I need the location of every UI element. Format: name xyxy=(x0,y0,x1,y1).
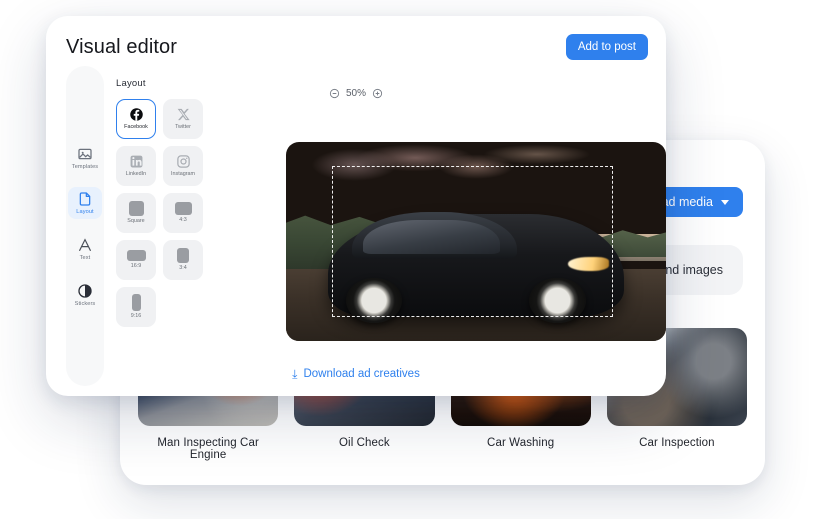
ratio-9-16-icon xyxy=(131,294,141,312)
download-label: Download ad creatives xyxy=(303,368,420,380)
image-icon xyxy=(77,146,93,162)
editor-canvas[interactable] xyxy=(286,142,666,341)
thumbnail-caption: Oil Check xyxy=(339,437,390,449)
screenshot-stage: Upload media Background images Man Inspe… xyxy=(0,0,822,519)
layout-option-label: 3:4 xyxy=(179,265,187,272)
add-to-post-label: Add to post xyxy=(577,41,636,53)
layout-option-label: 4:3 xyxy=(179,217,187,224)
thumbnail-caption: Car Inspection xyxy=(639,437,715,449)
layout-option-label: Square xyxy=(127,218,145,225)
layout-option-3-4[interactable]: 3:4 xyxy=(163,240,203,280)
sidebar-item-label: Templates xyxy=(71,163,99,170)
zoom-level-label: 50% xyxy=(345,88,366,99)
layout-panel: Layout Facebook Twitter LinkedIn Instagr… xyxy=(116,78,236,327)
layout-option-label: Instagram xyxy=(171,171,195,178)
layout-option-label: Twitter xyxy=(175,124,191,131)
linkedin-icon xyxy=(129,154,144,169)
sidebar-item-label: Text xyxy=(79,255,91,261)
layout-option-grid: Facebook Twitter LinkedIn Instagram Squa… xyxy=(116,99,236,327)
layout-option-facebook[interactable]: Facebook xyxy=(116,99,156,139)
layout-panel-title: Layout xyxy=(116,78,146,89)
sidebar-item-templates[interactable]: Templates xyxy=(68,142,102,174)
layout-option-label: Facebook xyxy=(124,124,148,131)
thumbnail-caption: Man Inspecting Car Engine xyxy=(157,437,259,461)
plus-circle-icon[interactable] xyxy=(372,88,383,99)
download-arrow-icon: ⤓ xyxy=(292,367,298,381)
layout-option-instagram[interactable]: Instagram xyxy=(163,146,203,186)
contrast-circle-icon xyxy=(77,283,93,299)
visual-editor-modal: Visual editor Add to post Templates Layo… xyxy=(46,16,666,396)
page-title: Visual editor xyxy=(66,35,177,58)
instagram-icon xyxy=(176,154,191,169)
thumbnail-caption: Car Washing xyxy=(487,437,555,449)
ratio-3-4-icon xyxy=(177,248,189,264)
add-to-post-button[interactable]: Add to post xyxy=(565,34,648,60)
file-layout-icon xyxy=(77,191,93,207)
twitter-x-icon xyxy=(176,107,191,122)
layout-option-9-16[interactable]: 9:16 xyxy=(116,287,156,327)
layout-option-16-9[interactable]: 16:9 xyxy=(116,240,156,280)
sidebar-item-layout[interactable]: Layout xyxy=(68,187,102,219)
layout-option-label: 16:9 xyxy=(130,263,142,270)
layout-option-linkedin[interactable]: LinkedIn xyxy=(116,146,156,186)
ratio-16-9-icon xyxy=(126,250,146,262)
modal-header: Visual editor Add to post xyxy=(46,16,666,78)
download-ad-creatives-link[interactable]: ⤓ Download ad creatives xyxy=(46,368,666,380)
sidebar-item-stickers[interactable]: Stickers xyxy=(68,279,102,311)
ratio-square-icon xyxy=(128,201,144,217)
tool-rail: Templates Layout Text Stickers xyxy=(66,66,104,386)
minus-circle-icon[interactable] xyxy=(329,88,340,99)
chevron-down-icon xyxy=(721,199,729,205)
sidebar-item-text[interactable]: Text xyxy=(68,233,102,265)
crop-selection-rectangle[interactable] xyxy=(331,165,613,318)
layout-option-4-3[interactable]: 4:3 xyxy=(163,193,203,233)
sidebar-item-label: Stickers xyxy=(74,300,96,307)
ratio-4-3-icon xyxy=(174,202,192,216)
layout-option-label: LinkedIn xyxy=(125,171,147,178)
layout-option-square[interactable]: Square xyxy=(116,193,156,233)
facebook-icon xyxy=(129,107,144,122)
sidebar-item-label: Layout xyxy=(76,209,94,216)
layout-option-label: 9:16 xyxy=(130,313,142,320)
text-a-icon xyxy=(77,237,93,253)
layout-option-twitter[interactable]: Twitter xyxy=(163,99,203,139)
